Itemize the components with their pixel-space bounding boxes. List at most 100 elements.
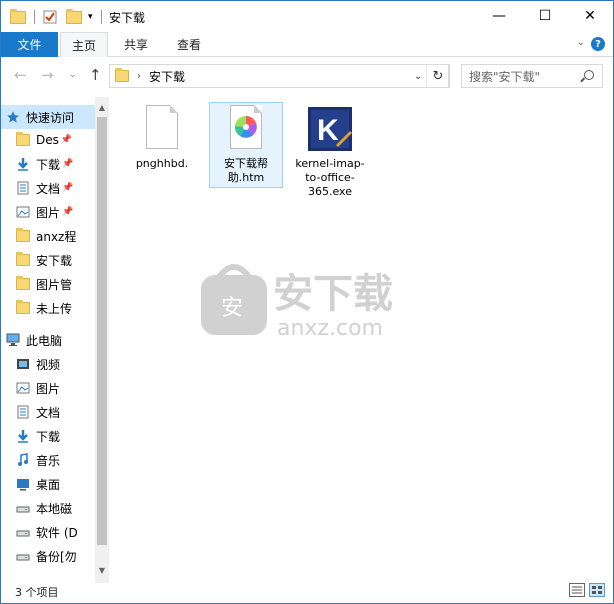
sidebar-item[interactable]: anxz程	[1, 224, 95, 248]
folder-icon	[15, 276, 31, 291]
recent-locations-icon[interactable]: ⌄	[69, 70, 77, 80]
breadcrumb-item[interactable]: 安下载	[149, 68, 185, 85]
minimize-button[interactable]: —	[476, 1, 522, 31]
breadcrumb-chevron-icon: ›	[137, 70, 141, 82]
folder-icon	[15, 252, 31, 267]
sidebar-item[interactable]: 此电脑	[1, 328, 95, 352]
htm-file-icon	[222, 105, 270, 153]
folder-icon	[115, 68, 129, 82]
scroll-down-icon[interactable]: ▼	[95, 563, 109, 577]
file-item[interactable]: pnghhbd.	[125, 103, 199, 171]
ribbon: 文件 主页 共享 查看 ⌄ ?	[1, 32, 613, 57]
large-icons-view-icon[interactable]	[589, 583, 605, 597]
help-icon[interactable]: ?	[591, 37, 605, 51]
sidebar-item[interactable]: 图片 📌	[1, 200, 95, 224]
sidebar-item[interactable]: Des 📌	[1, 128, 95, 152]
drive-icon	[15, 549, 31, 563]
sidebar-item[interactable]: 音乐	[1, 448, 95, 472]
svg-text:anxz.com: anxz.com	[277, 316, 383, 341]
details-view-icon[interactable]	[569, 583, 585, 597]
customize-toolbar-icon[interactable]: ▾	[88, 8, 93, 26]
up-arrow-icon[interactable]: ↑	[89, 66, 102, 84]
sidebar-item[interactable]: 桌面	[1, 472, 95, 496]
sidebar-item[interactable]: 安下载	[1, 248, 95, 272]
file-list: pnghhbd. 安下载帮助.htm K kernel-imap-to-offi…	[109, 97, 613, 583]
sidebar-item[interactable]: 本地磁	[1, 496, 95, 520]
download-icon	[15, 429, 31, 443]
properties-icon[interactable]	[42, 8, 58, 26]
divider	[34, 10, 35, 24]
video-icon	[15, 357, 31, 371]
file-item[interactable]: 安下载帮助.htm	[209, 102, 283, 188]
address-dropdown-icon[interactable]: ⌄	[414, 71, 422, 82]
sidebar-item[interactable]: 软件 (D	[1, 520, 95, 544]
search-input[interactable]: 搜索"安下载"	[461, 64, 603, 88]
sidebar-item-label: 文档	[36, 181, 61, 196]
sidebar-item[interactable]: 下载 📌	[1, 152, 95, 176]
sidebar-item-label: 图片	[36, 205, 61, 220]
sidebar-item-label: 安下载	[36, 253, 73, 268]
nav-scrollbar[interactable]: ▲ ▼	[95, 97, 109, 583]
status-bar: 3 个项目	[1, 581, 613, 603]
back-arrow-icon[interactable]: ←	[14, 66, 27, 84]
window-title: 安下载	[109, 11, 146, 25]
scroll-thumb[interactable]	[97, 117, 107, 545]
search-icon	[584, 70, 594, 80]
sidebar-item[interactable]: 视频	[1, 352, 95, 376]
tab-file[interactable]: 文件	[1, 32, 58, 57]
sidebar-item[interactable]: 未上传	[1, 296, 95, 320]
sidebar-item[interactable]: 快速访问	[1, 105, 95, 129]
sidebar-item[interactable]: 图片管	[1, 272, 95, 296]
sidebar-item[interactable]: 文档	[1, 400, 95, 424]
blank-file-icon	[138, 105, 186, 153]
tab-view[interactable]: 查看	[165, 32, 213, 57]
refresh-icon: ↻	[432, 68, 444, 84]
navigation-pane: 快速访问 Des 📌 下载 📌 文档 📌 图片 📌 anxz程 安下载 图片管 未上传 此电脑 视频 图片 文档…	[1, 97, 109, 583]
maximize-button[interactable]: ☐	[522, 1, 568, 31]
folder-icon	[15, 228, 31, 243]
pin-icon: 📌	[62, 159, 74, 169]
refresh-button[interactable]: ↻	[426, 64, 450, 88]
search-placeholder: 搜索"安下载"	[469, 69, 541, 84]
file-name: kernel-imap-to-office-365.exe	[295, 157, 365, 198]
sidebar-item-label: 备份[勿	[36, 549, 77, 564]
computer-icon	[5, 333, 21, 347]
title-bar: ▾ 安下载 — ☐ ✕	[1, 1, 613, 32]
drive-icon	[15, 525, 31, 539]
address-bar[interactable]: › 安下载 ⌄	[109, 64, 449, 88]
document-icon	[15, 405, 31, 419]
sidebar-item-label: 快速访问	[26, 110, 75, 125]
tab-share[interactable]: 共享	[112, 32, 160, 57]
svg-text:安下载: 安下载	[273, 271, 393, 317]
item-count: 3 个项目	[15, 586, 59, 599]
download-icon	[15, 157, 31, 171]
svg-text:安: 安	[221, 296, 243, 321]
drive-icon	[15, 501, 31, 515]
expand-ribbon-icon[interactable]: ⌄	[577, 37, 585, 48]
sidebar-item[interactable]: 下载	[1, 424, 95, 448]
new-folder-icon[interactable]	[66, 8, 82, 26]
sidebar-item[interactable]: 文档 📌	[1, 176, 95, 200]
file-item[interactable]: K kernel-imap-to-office-365.exe	[293, 103, 367, 199]
tab-home[interactable]: 主页	[60, 32, 108, 57]
forward-arrow-icon[interactable]: →	[41, 66, 54, 84]
sidebar-item-label: 视频	[36, 357, 61, 372]
sidebar-item-label: 此电脑	[26, 333, 63, 348]
sidebar-item-label: Des	[36, 133, 59, 147]
sidebar-item-label: 文档	[36, 405, 61, 420]
svg-text:K: K	[317, 114, 339, 147]
sidebar-item[interactable]: 图片	[1, 376, 95, 400]
pin-icon: 📌	[62, 183, 74, 193]
kernel-app-icon: K	[306, 105, 354, 153]
desktop-icon	[15, 477, 31, 491]
sidebar-item[interactable]: 备份[勿	[1, 544, 95, 568]
scroll-up-icon[interactable]: ▲	[95, 100, 109, 114]
address-row: ← → ⌄ ↑ › 安下载 ⌄ ↻ 搜索"安下载"	[1, 58, 613, 93]
music-icon	[15, 453, 31, 467]
pin-icon: 📌	[62, 207, 74, 217]
sidebar-item-label: 未上传	[36, 301, 73, 316]
explorer-window: ▾ 安下载 — ☐ ✕ 文件 主页 共享 查看 ⌄ ? ← → ⌄ ↑ › 安下…	[0, 0, 614, 604]
sidebar-item-label: 图片管	[36, 277, 73, 292]
close-button[interactable]: ✕	[567, 1, 613, 31]
picture-icon	[15, 381, 31, 395]
